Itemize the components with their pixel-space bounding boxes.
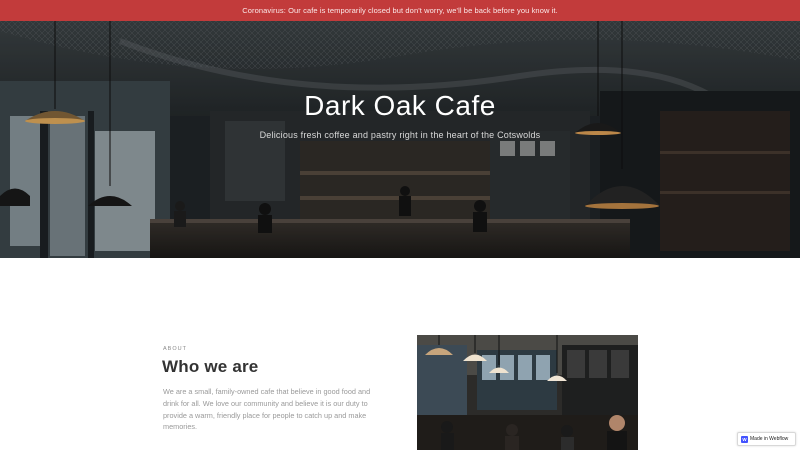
about-cafe-photo xyxy=(417,335,638,450)
banner-text: Coronavirus: Our cafe is temporarily clo… xyxy=(242,6,558,15)
made-in-webflow-badge[interactable]: W Made in Webflow xyxy=(737,432,796,446)
announcement-banner: Coronavirus: Our cafe is temporarily clo… xyxy=(0,0,800,21)
hero-title: Dark Oak Cafe xyxy=(304,90,496,121)
webflow-logo-icon: W xyxy=(741,435,748,443)
hero-subtitle: Delicious fresh coffee and pastry right … xyxy=(259,130,541,140)
about-eyebrow: ABOUT xyxy=(163,346,187,352)
about-body-text: We are a small, family-owned cafe that b… xyxy=(163,387,371,432)
hero-section: Dark Oak Cafe Delicious fresh coffee and… xyxy=(0,21,800,258)
about-heading: Who we are xyxy=(162,357,259,376)
webflow-badge-label: Made in Webflow xyxy=(750,436,789,442)
